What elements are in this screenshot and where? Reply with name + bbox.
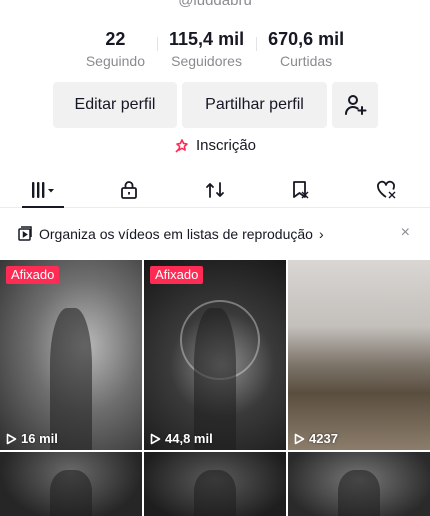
tab-reposts[interactable] (172, 172, 258, 207)
subscription-label: Inscrição (195, 137, 257, 154)
pinned-badge: Afixado (6, 266, 60, 284)
profile-stats: 22 Seguindo 115,4 mil Seguidores 670,6 m… (0, 28, 430, 70)
view-count-value: 16 mil (21, 431, 58, 446)
share-profile-button[interactable]: Partilhar perfil (182, 82, 327, 128)
edit-profile-button[interactable]: Editar perfil (53, 82, 177, 128)
video-tile[interactable] (0, 452, 142, 516)
video-grid: Afixado 16 mil Afixado 44,8 mil 4237 (0, 260, 430, 516)
tab-liked[interactable] (344, 172, 430, 207)
likes-label: Curtidas (280, 53, 333, 69)
profile-actions: Editar perfil Partilhar perfil (53, 82, 378, 128)
grid-icon (32, 181, 54, 198)
video-tile[interactable] (288, 452, 430, 516)
repost-icon (206, 181, 224, 198)
play-icon (294, 433, 305, 444)
chevron-right-icon: › (318, 226, 324, 242)
close-icon[interactable]: × (401, 224, 410, 242)
following-count: 22 (105, 29, 126, 49)
stat-following[interactable]: 22 Seguindo (74, 28, 157, 70)
video-thumbnail-figure (193, 307, 237, 450)
video-thumbnail (337, 469, 381, 516)
view-count-value: 44,8 mil (165, 431, 213, 446)
video-thumbnail (49, 307, 93, 450)
play-icon (6, 433, 17, 444)
lock-icon (121, 180, 137, 199)
view-count: 4237 (294, 431, 338, 446)
tab-videos[interactable] (0, 172, 86, 208)
video-tile[interactable]: Afixado 16 mil (0, 260, 142, 450)
followers-label: Seguidores (171, 53, 242, 69)
video-tile[interactable]: 4237 (288, 260, 430, 450)
playlist-banner-text: Organiza os vídeos em listas de reproduç… (39, 226, 313, 242)
following-label: Seguindo (85, 53, 146, 69)
stat-likes[interactable]: 670,6 mil Curtidas (256, 28, 356, 70)
stat-followers[interactable]: 115,4 mil Seguidores (157, 28, 256, 70)
bookmark-icon (293, 180, 309, 198)
view-count: 16 mil (6, 431, 58, 446)
playlist-banner[interactable]: Organiza os vídeos em listas de reproduç… (0, 208, 430, 260)
video-thumbnail (49, 469, 93, 516)
view-count: 44,8 mil (150, 431, 213, 446)
followers-count: 115,4 mil (169, 29, 245, 49)
tab-private[interactable] (86, 172, 172, 207)
subscription-icon (175, 138, 188, 153)
play-icon (150, 433, 161, 444)
heart-hidden-icon (377, 180, 396, 198)
view-count-value: 4237 (309, 431, 338, 446)
video-thumbnail (193, 469, 237, 516)
video-tile[interactable] (144, 452, 286, 516)
username: @luddabru (0, 0, 430, 8)
pinned-badge: Afixado (150, 266, 204, 284)
tab-favorites[interactable] (258, 172, 344, 207)
playlist-icon (18, 226, 32, 241)
add-friend-button[interactable] (332, 82, 378, 128)
profile-tabs (0, 172, 430, 208)
subscription-link[interactable]: Inscrição (0, 137, 430, 154)
add-user-icon (345, 95, 367, 115)
likes-count: 670,6 mil (268, 29, 345, 49)
video-tile[interactable]: Afixado 44,8 mil (144, 260, 286, 450)
